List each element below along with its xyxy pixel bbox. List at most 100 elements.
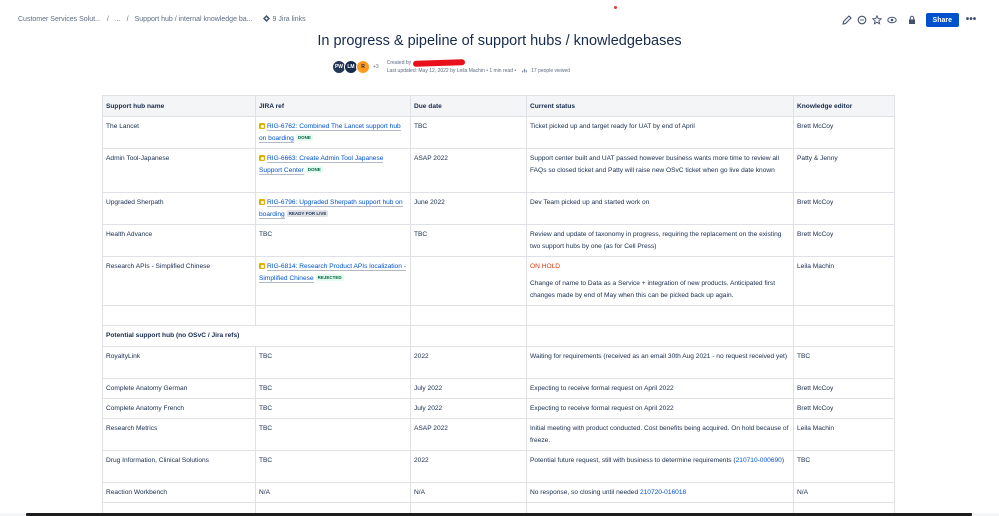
table-row: The Lancet RIG-6762: Combined The Lancet…: [102, 116, 895, 149]
more-contributors[interactable]: +3: [373, 64, 379, 70]
knowledge-editor: TBC: [793, 450, 895, 483]
jira-ref-cell: RIG-6796: Upgraded Sherpath support hub …: [255, 192, 411, 225]
column-header: Knowledge editor: [793, 95, 895, 117]
table-row: Drug Information, Clinical Solutions TBC…: [102, 450, 895, 483]
support-hubs-table: Support hub name JIRA ref Due date Curre…: [102, 95, 895, 516]
due-date: [410, 256, 527, 306]
current-status-cell: Potential future request, still with bus…: [526, 450, 794, 483]
created-by: Created by: [387, 59, 516, 67]
column-header: JIRA ref: [255, 95, 411, 117]
watch-icon[interactable]: [886, 14, 898, 26]
due-date: ASAP 2022: [410, 418, 527, 451]
table-row: Health Advance TBC TBC Review and update…: [102, 224, 895, 257]
hub-name: Health Advance: [102, 224, 256, 257]
edit-icon[interactable]: [841, 14, 853, 26]
knowledge-editor: Brett McCoy: [793, 398, 895, 419]
hub-name: Research APIs - Simplified Chinese: [102, 256, 256, 306]
jira-ref-cell: RIG-6663: Create Admin Tool Japanese Sup…: [255, 148, 411, 193]
on-hold-label: ON HOLD: [530, 263, 561, 270]
jira-ref: TBC: [255, 418, 411, 451]
status-lozenge: DONE: [305, 166, 323, 173]
last-updated[interactable]: Last updated: May 12, 2022 by Leila Mach…: [387, 68, 485, 74]
jira-ref: TBC: [255, 346, 411, 379]
column-header: Due date: [410, 95, 527, 117]
current-status: Ticket picked up and target ready for UA…: [526, 116, 794, 149]
hub-name: Admin Tool-Japanese: [102, 148, 256, 193]
jira-ref: TBC: [255, 224, 411, 257]
jira-icon: [262, 15, 270, 24]
current-status: Review and update of taxonomy in progres…: [526, 224, 794, 257]
current-status: Support center built and UAT passed howe…: [526, 148, 794, 193]
table-row: Complete Anatomy French TBC July 2022 Ex…: [102, 398, 895, 419]
table-header-row: Support hub name JIRA ref Due date Curre…: [102, 95, 895, 117]
section-heading: Potential support hub (no OSvC / Jira re…: [102, 325, 411, 347]
hub-name: Complete Anatomy German: [102, 378, 256, 399]
due-date: June 2022: [410, 192, 527, 225]
redaction-scribble: [413, 59, 466, 67]
jira-issue-icon: [259, 155, 265, 161]
knowledge-editor: Leila Machin: [793, 418, 895, 451]
jira-links-label: 9 Jira links: [272, 16, 306, 23]
hub-name: Drug Information, Clinical Solutions: [102, 450, 256, 483]
due-date: TBC: [410, 224, 527, 257]
knowledge-editor: Patty & Jenny: [793, 148, 895, 193]
section-row: Potential support hub (no OSvC / Jira re…: [102, 325, 895, 347]
knowledge-editor: Brett McCoy: [793, 224, 895, 257]
jira-issue-link[interactable]: RIG-6796: Upgraded Sherpath support hub …: [259, 199, 403, 219]
jira-ref: TBC: [255, 450, 411, 483]
page-title: In progress & pipeline of support hubs /…: [317, 33, 682, 49]
read-time: 1 min read: [489, 68, 513, 74]
current-status: Change of name to Data as a Service + in…: [530, 280, 776, 299]
cursor-dot: [614, 6, 617, 9]
due-date: TBC: [410, 116, 527, 149]
breadcrumb-item-ellipsis[interactable]: ...: [115, 16, 121, 23]
ticket-link[interactable]: 210710-000690: [736, 457, 782, 464]
current-status-suffix: ): [781, 457, 785, 464]
current-status: Expecting to receive formal request on A…: [526, 398, 794, 419]
breadcrumb-item-space[interactable]: Customer Services Solut...: [18, 16, 101, 23]
jira-links-button[interactable]: 9 Jira links: [262, 15, 306, 24]
table-row: Admin Tool-Japanese RIG-6663: Create Adm…: [102, 148, 895, 193]
ticket-link[interactable]: 210720-016018: [640, 489, 686, 496]
table-row: Reaction Workbench N/A N/A No response, …: [102, 482, 895, 503]
jira-ref-cell: RIG-6762: Combined The Lancet support hu…: [255, 116, 411, 149]
table-row: Complete Anatomy German TBC July 2022 Ex…: [102, 378, 895, 399]
current-status-cell: No response, so closing until needed 210…: [526, 482, 794, 503]
restrictions-icon[interactable]: [906, 14, 918, 26]
page-views[interactable]: 17 people viewed: [522, 67, 570, 75]
breadcrumb-separator: /: [126, 16, 129, 23]
table-row: Upgraded Sherpath RIG-6796: Upgraded She…: [102, 192, 895, 225]
knowledge-editor: Brett McCoy: [793, 192, 895, 225]
knowledge-editor: TBC: [793, 346, 895, 379]
knowledge-editor: Leila Machin: [793, 256, 895, 306]
breadcrumb-item-parent[interactable]: Support hub / internal knowledge ba...: [135, 16, 253, 23]
hub-name: The Lancet: [102, 116, 256, 149]
jira-ref-cell: RIG-6814: Research Product APIs localiza…: [255, 256, 411, 306]
column-header: Current status: [526, 95, 794, 117]
current-status: Waiting for requirements (received as an…: [526, 346, 794, 379]
hub-name: RoyaltyLink: [102, 346, 256, 379]
avatar[interactable]: R: [356, 60, 370, 74]
status-lozenge: REJECTED: [315, 274, 344, 281]
knowledge-editor: N/A: [793, 482, 895, 503]
current-status: Initial meeting with product conducted. …: [526, 418, 794, 451]
comment-icon[interactable]: [856, 14, 868, 26]
hub-name: Upgraded Sherpath: [102, 192, 256, 225]
star-icon[interactable]: [871, 14, 883, 26]
jira-issue-icon: [259, 263, 265, 269]
jira-issue-link[interactable]: RIG-6762: Combined The Lancet support hu…: [259, 123, 401, 143]
hub-name: Research Metrics: [102, 418, 256, 451]
hub-name: Complete Anatomy French: [102, 398, 256, 419]
due-date: July 2022: [410, 378, 527, 399]
current-status: Potential future request, still with bus…: [530, 457, 736, 464]
due-date: 2022: [410, 346, 527, 379]
due-date: July 2022: [410, 398, 527, 419]
last-updated-line: Last updated: May 12, 2022 by Leila Mach…: [386, 68, 517, 74]
table-row: RoyaltyLink TBC 2022 Waiting for require…: [102, 346, 895, 379]
table-row: Research APIs - Simplified Chinese RIG-6…: [102, 256, 895, 306]
jira-ref: TBC: [255, 398, 411, 419]
share-button[interactable]: Share: [925, 13, 959, 27]
knowledge-editor: Brett McCoy: [793, 378, 895, 399]
more-actions-button[interactable]: •••: [965, 15, 977, 25]
current-status: Expecting to receive formal request on A…: [526, 378, 794, 399]
